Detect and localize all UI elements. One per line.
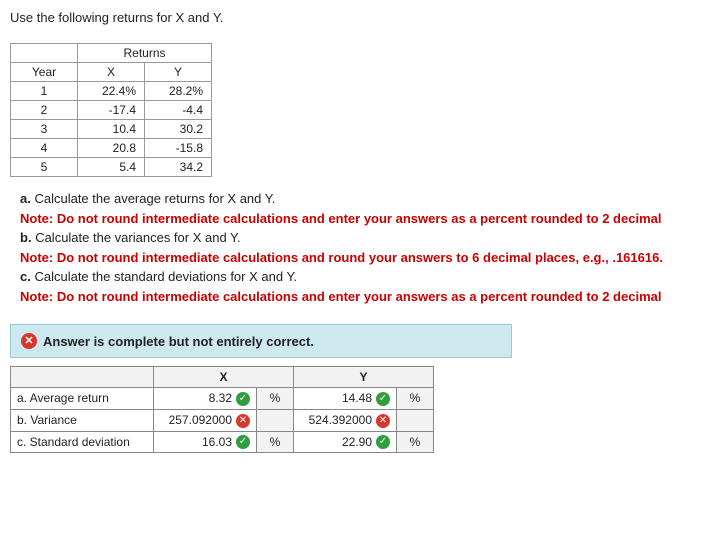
row-label: c. Standard deviation <box>11 431 154 453</box>
answer-row-a: a. Average return 8.32 ✓ % 14.48 ✓ % <box>11 388 434 410</box>
col-x: X <box>78 63 145 82</box>
ans-b-x[interactable]: 257.092000 <box>169 413 232 427</box>
q-a-note: Note: Do not round intermediate calculat… <box>20 211 661 226</box>
x-icon: ✕ <box>376 414 390 428</box>
table-row: 310.430.2 <box>11 120 212 139</box>
q-b-text: Calculate the variances for X and Y. <box>35 230 240 245</box>
check-icon: ✓ <box>376 392 390 406</box>
unit-blank <box>397 409 434 431</box>
q-a-text: Calculate the average returns for X and … <box>34 191 275 206</box>
question-block: a. Calculate the average returns for X a… <box>20 189 726 306</box>
question-prompt: Use the following returns for X and Y. <box>10 10 726 25</box>
unit-percent: % <box>257 388 294 410</box>
check-icon: ✓ <box>236 435 250 449</box>
answer-row-b: b. Variance 257.092000 ✕ 524.392000 ✕ <box>11 409 434 431</box>
ans-a-x[interactable]: 8.32 <box>209 391 232 405</box>
status-banner: ✕ Answer is complete but not entirely co… <box>10 324 512 358</box>
check-icon: ✓ <box>376 435 390 449</box>
row-label: b. Variance <box>11 409 154 431</box>
ans-c-x[interactable]: 16.03 <box>202 435 232 449</box>
unit-percent: % <box>397 388 434 410</box>
table-row: 55.434.2 <box>11 158 212 177</box>
q-c-label: c. <box>20 269 31 284</box>
answers-table: X Y a. Average return 8.32 ✓ % 14.48 ✓ % b… <box>10 366 434 453</box>
unit-percent: % <box>257 431 294 453</box>
banner-text: Answer is complete but not entirely corr… <box>43 334 314 349</box>
ans-col-y: Y <box>294 367 434 388</box>
table-row: 2-17.4-4.4 <box>11 101 212 120</box>
table-row: 420.8-15.8 <box>11 139 212 158</box>
returns-table: Returns Year X Y 122.4%28.2% 2-17.4-4.4 … <box>10 43 212 177</box>
table-row: 122.4%28.2% <box>11 82 212 101</box>
q-b-label: b. <box>20 230 32 245</box>
ans-a-y[interactable]: 14.48 <box>342 391 372 405</box>
row-label: a. Average return <box>11 388 154 410</box>
answer-row-c: c. Standard deviation 16.03 ✓ % 22.90 ✓ % <box>11 431 434 453</box>
ans-col-x: X <box>154 367 294 388</box>
returns-header: Returns <box>78 44 212 63</box>
check-icon: ✓ <box>236 392 250 406</box>
q-b-note: Note: Do not round intermediate calculat… <box>20 250 663 265</box>
col-year: Year <box>11 63 78 82</box>
x-circle-icon: ✕ <box>21 333 37 349</box>
q-c-note: Note: Do not round intermediate calculat… <box>20 289 661 304</box>
q-c-text: Calculate the standard deviations for X … <box>34 269 297 284</box>
unit-blank <box>257 409 294 431</box>
ans-b-y[interactable]: 524.392000 <box>309 413 372 427</box>
q-a-label: a. <box>20 191 31 206</box>
x-icon: ✕ <box>236 414 250 428</box>
ans-c-y[interactable]: 22.90 <box>342 435 372 449</box>
unit-percent: % <box>397 431 434 453</box>
col-y: Y <box>145 63 212 82</box>
